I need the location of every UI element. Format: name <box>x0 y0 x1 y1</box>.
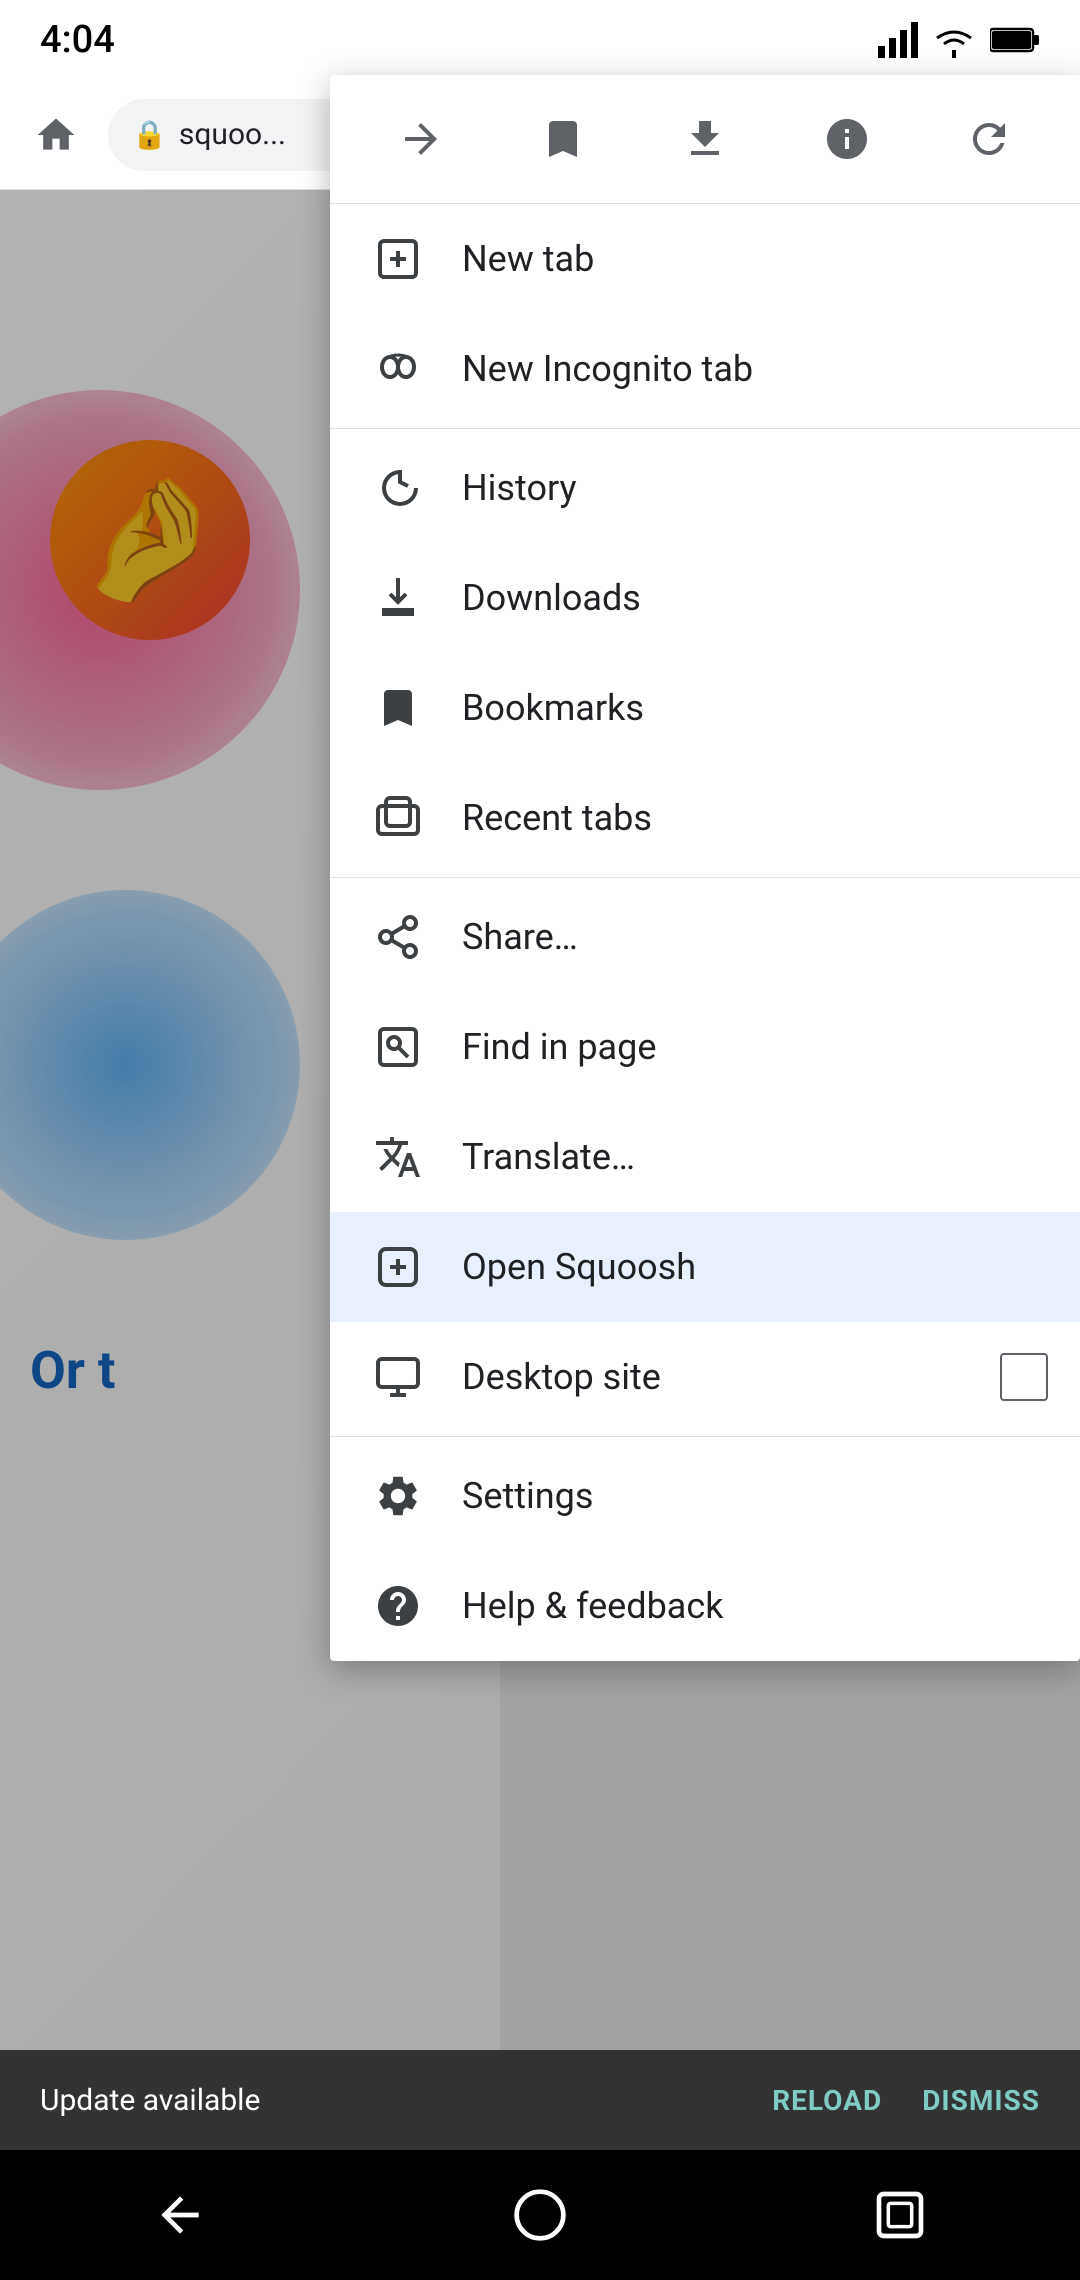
bookmarks-icon <box>362 672 434 744</box>
menu-item-label-new-incognito-tab: New Incognito tab <box>462 348 1048 390</box>
menu-item-label-new-tab: New tab <box>462 238 1048 280</box>
incognito-icon <box>362 333 434 405</box>
bookmark-button[interactable] <box>523 99 603 179</box>
reload-button[interactable] <box>949 99 1029 179</box>
settings-icon <box>362 1460 434 1532</box>
menu-item-new-tab[interactable]: New tab <box>330 204 1080 314</box>
dropdown-menu: New tab New Incognito tab History Downloads… <box>330 75 1080 1661</box>
downloads-icon <box>362 562 434 634</box>
menu-item-downloads[interactable]: Downloads <box>330 543 1080 653</box>
menu-item-share[interactable]: Share… <box>330 882 1080 992</box>
menu-divider <box>330 1436 1080 1437</box>
menu-item-label-translate: Translate… <box>462 1136 1048 1178</box>
menu-item-label-open-squoosh: Open Squoosh <box>462 1246 1048 1288</box>
find-in-page-icon <box>362 1011 434 1083</box>
menu-item-recent-tabs[interactable]: Recent tabs <box>330 763 1080 873</box>
share-icon <box>362 901 434 973</box>
reload-update-button[interactable]: RELOAD <box>772 2084 882 2117</box>
recent-tabs-icon <box>362 782 434 854</box>
menu-item-label-downloads: Downloads <box>462 577 1048 619</box>
nav-recent-button[interactable] <box>860 2175 940 2255</box>
menu-item-label-settings: Settings <box>462 1475 1048 1517</box>
menu-item-desktop-site[interactable]: Desktop site <box>330 1322 1080 1432</box>
status-icons <box>878 22 1040 58</box>
menu-item-open-squoosh[interactable]: Open Squoosh <box>330 1212 1080 1322</box>
bottom-nav <box>0 2150 1080 2280</box>
menu-item-label-share: Share… <box>462 916 1048 958</box>
menu-toolbar <box>330 75 1080 204</box>
menu-divider <box>330 877 1080 878</box>
update-bar: Update available RELOAD DISMISS <box>0 2050 1080 2150</box>
menu-divider <box>330 428 1080 429</box>
battery-icon <box>990 25 1040 55</box>
open-squoosh-icon <box>362 1231 434 1303</box>
lock-icon: 🔒 <box>132 118 167 151</box>
menu-item-label-history: History <box>462 467 1048 509</box>
nav-home-button[interactable] <box>500 2175 580 2255</box>
menu-item-label-bookmarks: Bookmarks <box>462 687 1048 729</box>
address-text: squoo... <box>179 117 286 152</box>
menu-item-translate[interactable]: Translate… <box>330 1102 1080 1212</box>
help-icon <box>362 1570 434 1642</box>
menu-item-new-incognito-tab[interactable]: New Incognito tab <box>330 314 1080 424</box>
menu-item-label-help-feedback: Help & feedback <box>462 1585 1048 1627</box>
info-button[interactable] <box>807 99 887 179</box>
menu-items-container: New tab New Incognito tab History Downloads… <box>330 204 1080 1661</box>
desktop-site-checkbox[interactable] <box>1000 1353 1048 1401</box>
new-tab-icon <box>362 223 434 295</box>
forward-button[interactable] <box>381 99 461 179</box>
signal-icon <box>878 22 918 58</box>
wifi-icon <box>934 22 974 58</box>
menu-item-label-desktop-site: Desktop site <box>462 1356 1000 1398</box>
menu-item-settings[interactable]: Settings <box>330 1441 1080 1551</box>
status-bar: 4:04 <box>0 0 1080 80</box>
update-actions: RELOAD DISMISS <box>772 2084 1040 2117</box>
desktop-icon <box>362 1341 434 1413</box>
menu-item-history[interactable]: History <box>330 433 1080 543</box>
status-time: 4:04 <box>40 18 115 62</box>
menu-item-bookmarks[interactable]: Bookmarks <box>330 653 1080 763</box>
update-message: Update available <box>40 2083 260 2118</box>
menu-item-label-recent-tabs: Recent tabs <box>462 797 1048 839</box>
menu-item-label-find-in-page: Find in page <box>462 1026 1048 1068</box>
download-button[interactable] <box>665 99 745 179</box>
home-button[interactable] <box>20 99 92 171</box>
history-icon <box>362 452 434 524</box>
menu-item-find-in-page[interactable]: Find in page <box>330 992 1080 1102</box>
dismiss-button[interactable]: DISMISS <box>922 2084 1040 2117</box>
nav-back-button[interactable] <box>140 2175 220 2255</box>
menu-item-help-feedback[interactable]: Help & feedback <box>330 1551 1080 1661</box>
translate-icon <box>362 1121 434 1193</box>
